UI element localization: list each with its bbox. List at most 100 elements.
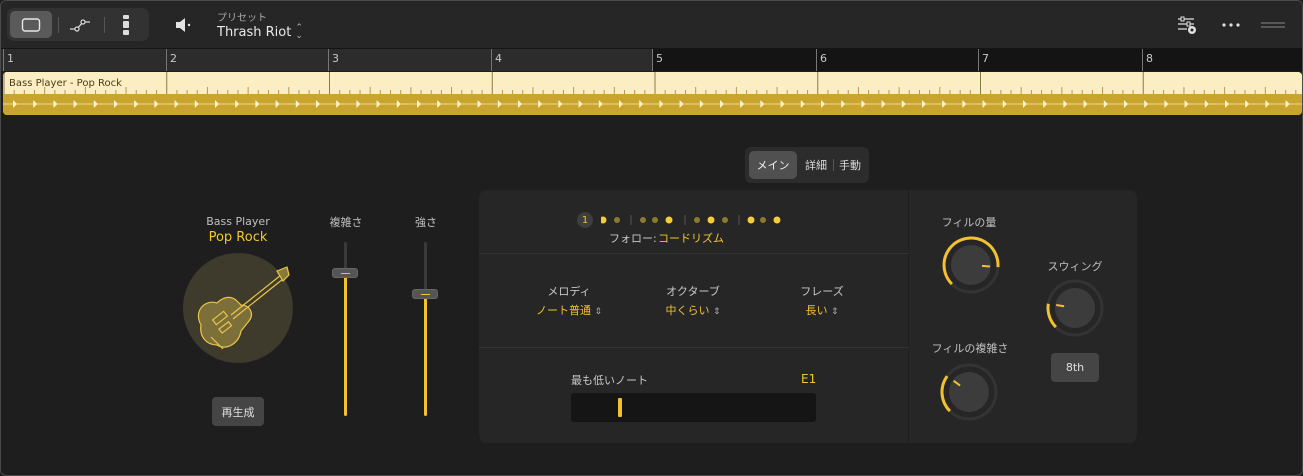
octave-param[interactable]: オクターブ 中くらい ⇕ [643, 283, 743, 318]
settings-sliders-icon [1178, 16, 1196, 34]
bar-marker: 4 [491, 49, 502, 71]
tab-manual[interactable]: 手動 [835, 151, 865, 179]
note-marker [740, 100, 745, 108]
fill-complexity-knob[interactable] [939, 362, 999, 422]
note-marker [538, 100, 543, 108]
complexity-slider-thumb[interactable] [332, 268, 358, 279]
rhythm-dot [640, 217, 646, 223]
note-marker [619, 100, 623, 108]
melody-value: ノート普通 [535, 304, 591, 317]
bar-marker: 8 [1142, 49, 1153, 71]
more-icon [1222, 23, 1240, 27]
note-marker [1124, 100, 1128, 108]
settings-button[interactable] [1175, 13, 1199, 37]
note-marker [1245, 100, 1250, 108]
octave-value: 中くらい [665, 304, 710, 317]
chevron-updown-icon: ⇕ [712, 307, 721, 317]
note-marker [942, 100, 947, 108]
regenerate-button[interactable]: 再生成 [212, 397, 264, 426]
pattern-section: 1 フォロー: コードリズム メロディ ノート普通 ⇕ オクターブ 中くらい ⇕… [479, 190, 909, 443]
timeline-ruler[interactable]: 1 2 3 4 5 6 7 8 [1, 49, 1302, 71]
note-marker [1164, 100, 1169, 108]
region-notes [3, 94, 1302, 115]
intensity-label: 強さ [415, 216, 437, 229]
note-marker [154, 100, 159, 108]
note-marker [93, 100, 98, 108]
note-marker [235, 100, 240, 108]
note-marker [114, 100, 118, 108]
tab-details[interactable]: 詳細 [801, 151, 831, 179]
follow-rhythm-dots[interactable] [601, 213, 821, 227]
swing-knob[interactable] [1045, 278, 1105, 338]
automation-view-button[interactable] [59, 11, 101, 38]
note-marker [295, 100, 300, 108]
toolbar: プリセット Thrash Riot ⌃ ⌄ [1, 1, 1302, 49]
lowest-note-marker[interactable] [618, 398, 622, 417]
note-marker [437, 100, 442, 108]
follow-value: コードリズム [658, 232, 724, 245]
octave-label: オクターブ [666, 285, 720, 298]
speaker-button[interactable] [173, 15, 193, 35]
knob-body [949, 372, 989, 412]
fill-complexity-label: フィルの複雑さ [931, 342, 1009, 355]
note-marker [356, 100, 361, 108]
follow-label: フォロー: [609, 232, 657, 245]
note-marker [922, 100, 926, 108]
note-marker [962, 100, 967, 108]
note-marker [1204, 100, 1209, 108]
note-marker [477, 100, 482, 108]
melody-param[interactable]: メロディ ノート普通 ⇕ [519, 283, 619, 318]
automation-icon [70, 18, 90, 32]
split-view-button[interactable] [105, 11, 147, 38]
preset-selector[interactable]: Thrash Riot ⌃ ⌄ [217, 24, 303, 41]
lowest-note-range[interactable] [571, 393, 816, 422]
melody-label: メロディ [547, 285, 591, 298]
region-view-button[interactable] [10, 11, 52, 38]
note-marker [800, 100, 805, 108]
note-marker [821, 100, 825, 108]
note-marker [13, 100, 17, 108]
note-marker [1043, 100, 1048, 108]
rhythm-dot [614, 217, 620, 223]
bass-region[interactable]: Bass Player - Pop Rock [3, 72, 1302, 115]
lowest-note-label: 最も低いノート [571, 374, 648, 387]
note-marker [33, 100, 38, 108]
preset-name: Thrash Riot [217, 24, 292, 40]
note-marker [518, 100, 522, 108]
fill-amount-knob[interactable] [941, 235, 1001, 295]
drag-handle-icon [1261, 22, 1285, 28]
chevron-updown-icon: ⇕ [594, 307, 603, 317]
note-marker [659, 100, 664, 108]
note-marker [699, 100, 704, 108]
more-button[interactable] [1219, 15, 1243, 35]
drag-handle[interactable] [1259, 17, 1287, 33]
note-marker [174, 100, 179, 108]
view-mode-segment [7, 8, 149, 41]
note-marker [1225, 100, 1229, 108]
swing-label: スウィング [1047, 260, 1103, 273]
note-marker [215, 100, 219, 108]
note-marker [780, 100, 785, 108]
note-marker [73, 100, 78, 108]
note-marker [1285, 100, 1290, 108]
note-marker [881, 100, 886, 108]
knob-body [1055, 288, 1095, 328]
follow-value-selector[interactable]: コードリズム [658, 230, 724, 246]
swing-8th-button[interactable]: 8th [1051, 353, 1099, 382]
phrase-param[interactable]: フレーズ 長い ⇕ [772, 283, 872, 318]
note-marker [396, 100, 401, 108]
note-marker [255, 100, 260, 108]
intensity-slider-fill [424, 294, 427, 416]
complexity-slider-fill [344, 273, 347, 416]
note-marker [598, 100, 603, 108]
note-marker [558, 100, 563, 108]
tab-main[interactable]: メイン [749, 151, 797, 179]
note-marker [194, 100, 199, 108]
beat-number: 1 [577, 212, 593, 228]
rhythm-dot [652, 217, 658, 223]
note-marker [982, 100, 987, 108]
rhythm-dot [694, 217, 700, 223]
intensity-slider-thumb[interactable] [412, 289, 438, 300]
note-marker [316, 100, 320, 108]
phrase-label: フレーズ [800, 285, 844, 298]
